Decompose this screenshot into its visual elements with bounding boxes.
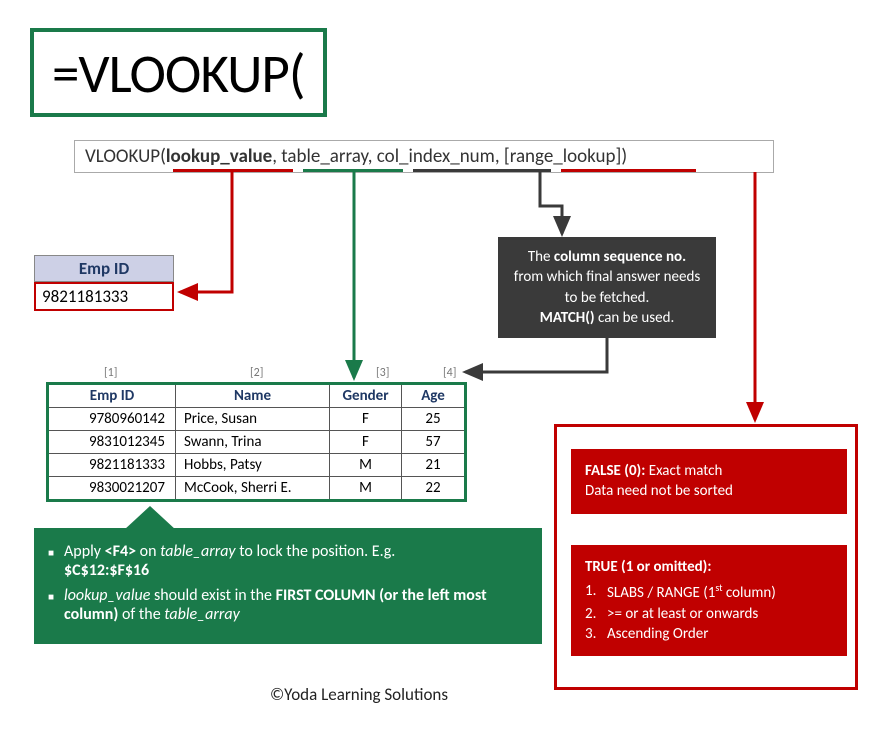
t: lookup_value <box>64 586 150 605</box>
t: <F4> <box>105 542 136 561</box>
cell-age: 57 <box>402 431 466 454</box>
t: should exist in the <box>150 586 275 605</box>
n: 1. <box>585 581 607 603</box>
t: on <box>136 542 160 561</box>
col-tag-4: [4] <box>443 366 456 380</box>
cell-name: McCook, Sherri E. <box>176 477 330 501</box>
cell-id: 9831012345 <box>48 431 176 454</box>
cell-name: Swann, Trina <box>176 431 330 454</box>
cell-gender: F <box>330 408 402 431</box>
t: >= or at least or onwards <box>607 604 758 624</box>
table-row: 9830021207 McCook, Sherri E. M 22 <box>48 477 466 501</box>
t: can be used. <box>595 309 675 327</box>
underline-lookup-value <box>173 169 293 172</box>
col-index-description: The column sequence no. from which final… <box>498 237 716 338</box>
range-lookup-false-box: FALSE (0): Exact match Data need not be … <box>571 449 847 514</box>
table-array-tips: ■ Apply <F4> on table_array to lock the … <box>34 528 542 644</box>
cell-id: 9821181333 <box>48 454 176 477</box>
t: table_array <box>164 605 239 624</box>
callout-pointer-icon <box>124 506 176 530</box>
n: 2. <box>585 604 607 624</box>
t: MATCH() <box>540 309 595 327</box>
tip-row-1: ■ Apply <F4> on table_array to lock the … <box>48 542 524 580</box>
t: Exact match <box>645 462 722 480</box>
underline-range-lookup <box>561 169 696 172</box>
t: SLABS / RANGE (1 <box>607 584 715 602</box>
t: st <box>715 581 722 594</box>
t: The <box>528 248 554 266</box>
underline-col-index <box>413 169 551 172</box>
syntax-sep2: , <box>368 145 377 168</box>
bullet-icon: ■ <box>48 542 54 564</box>
t: of the <box>118 605 164 624</box>
cell-age: 21 <box>402 454 466 477</box>
cell-gender: F <box>330 431 402 454</box>
t: TRUE (1 or omitted): <box>585 558 712 576</box>
th-name: Name <box>176 384 330 408</box>
cell-id: 9780960142 <box>48 408 176 431</box>
cell-name: Price, Susan <box>176 408 330 431</box>
underline-table-array <box>303 169 403 172</box>
tip-text-1: Apply <F4> on table_array to lock the po… <box>64 542 395 580</box>
t: SLABS / RANGE (1st column) <box>607 581 776 603</box>
syntax-sep3: , <box>495 145 504 168</box>
th-age: Age <box>402 384 466 408</box>
t: Ascending Order <box>607 624 708 644</box>
syntax-sep1: , <box>272 145 281 168</box>
syntax-param-table-array: table_array <box>281 145 367 168</box>
t: from which final answer needs to be fetc… <box>514 268 700 306</box>
n: 3. <box>585 624 607 644</box>
t: column) <box>723 584 776 602</box>
cell-gender: M <box>330 477 402 501</box>
table-row: 9831012345 Swann, Trina F 57 <box>48 431 466 454</box>
t: Data need not be sorted <box>585 482 733 500</box>
th-gender: Gender <box>330 384 402 408</box>
col-tag-1: [1] <box>104 366 117 380</box>
col-tag-2: [2] <box>250 366 263 380</box>
lookup-value-cell: 9821181333 <box>34 282 174 311</box>
syntax-fn: VLOOKUP( <box>85 145 166 168</box>
syntax-param-col-index: col_index_num <box>377 145 495 168</box>
bullet-icon: ■ <box>48 586 54 608</box>
col-tag-3: [3] <box>376 366 389 380</box>
table-row: 9780960142 Price, Susan F 25 <box>48 408 466 431</box>
syntax-param-lookup-value: lookup_value <box>166 145 272 168</box>
range-lookup-true-box: TRUE (1 or omitted): 1.SLABS / RANGE (1s… <box>571 545 847 656</box>
syntax-close: ) <box>621 145 627 168</box>
t: Apply <box>64 542 105 561</box>
employee-table: Emp ID Name Gender Age 9780960142 Price,… <box>46 382 467 502</box>
t: FALSE (0): <box>585 462 645 480</box>
table-row: 9821181333 Hobbs, Patsy M 21 <box>48 454 466 477</box>
tip-row-2: ■ lookup_value should exist in the FIRST… <box>48 586 524 624</box>
cell-name: Hobbs, Patsy <box>176 454 330 477</box>
lookup-header: Emp ID <box>34 255 174 282</box>
cell-gender: M <box>330 454 402 477</box>
t: to lock the position. E.g. <box>236 542 396 561</box>
formula-cell: =VLOOKUP( <box>30 28 327 117</box>
t: $C$12:$F$16 <box>64 561 149 580</box>
tip-text-2: lookup_value should exist in the FIRST C… <box>64 586 524 624</box>
cell-age: 22 <box>402 477 466 501</box>
syntax-param-range-lookup: [range_lookup] <box>504 145 621 168</box>
th-emp-id: Emp ID <box>48 384 176 408</box>
copyright-text: ©Yoda Learning Solutions <box>270 684 448 705</box>
t: column sequence no. <box>554 248 686 266</box>
table-header-row: Emp ID Name Gender Age <box>48 384 466 408</box>
cell-age: 25 <box>402 408 466 431</box>
cell-id: 9830021207 <box>48 477 176 501</box>
t: table_array <box>160 542 235 561</box>
range-lookup-panel: FALSE (0): Exact match Data need not be … <box>554 424 858 690</box>
